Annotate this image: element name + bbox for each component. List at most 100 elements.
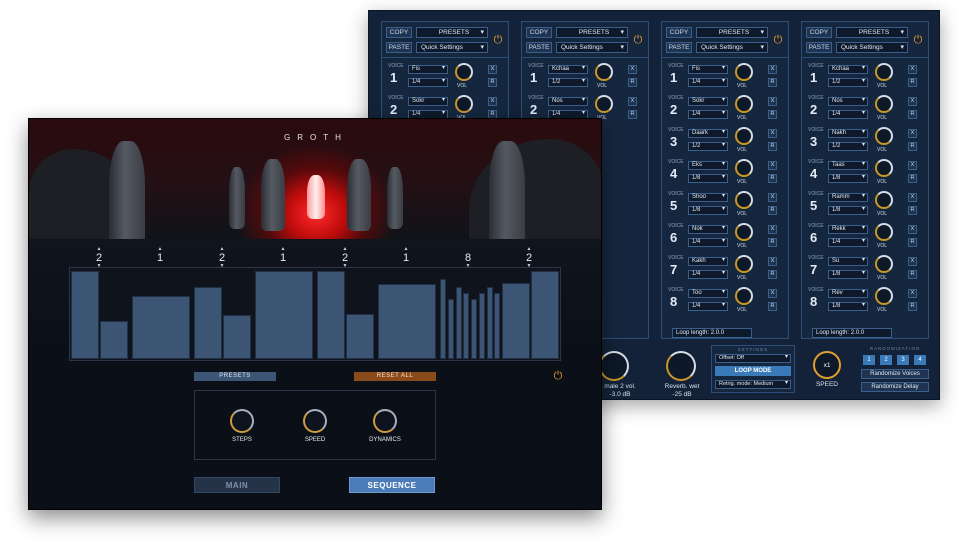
paste-button[interactable]: PASTE [666, 42, 692, 53]
female-2-volume-knob[interactable] [599, 351, 629, 381]
voice-division-dropdown[interactable]: 1/4 [688, 238, 728, 247]
step-counter[interactable]: ▲ 2 ▼ [212, 247, 232, 269]
voice-name-dropdown[interactable]: Rev [828, 289, 868, 298]
volume-knob[interactable] [875, 255, 893, 273]
volume-knob[interactable] [735, 63, 753, 81]
copy-button[interactable]: COPY [806, 27, 832, 38]
paste-button[interactable]: PASTE [806, 42, 832, 53]
reverb-wet-knob[interactable] [666, 351, 696, 381]
power-icon[interactable]: ⏻ [912, 34, 924, 46]
presets-button[interactable]: PRESETS [194, 372, 276, 381]
voice-division-dropdown[interactable]: 1/4 [688, 270, 728, 279]
volume-knob[interactable] [595, 95, 613, 113]
step-bar[interactable] [223, 315, 251, 359]
quick-settings-dropdown[interactable]: Quick Settings [416, 42, 488, 53]
voice-division-dropdown[interactable]: 1/8 [688, 206, 728, 215]
step-counter[interactable]: ▲ 2 ▼ [335, 247, 355, 269]
quick-settings-dropdown[interactable]: Quick Settings [556, 42, 628, 53]
step-counter[interactable]: ▲8▼ [458, 247, 478, 269]
voice-division-dropdown[interactable]: 1/4 [828, 110, 868, 119]
volume-knob[interactable] [595, 63, 613, 81]
power-icon[interactable]: ⏻ [632, 34, 644, 46]
volume-knob[interactable] [875, 287, 893, 305]
volume-knob[interactable] [735, 287, 753, 305]
reverse-button[interactable]: R [768, 270, 777, 279]
voice-division-dropdown[interactable]: 1/4 [828, 238, 868, 247]
reverse-button[interactable]: R [768, 110, 777, 119]
volume-knob[interactable] [455, 63, 473, 81]
paste-button[interactable]: PASTE [386, 42, 412, 53]
volume-knob[interactable] [735, 127, 753, 145]
copy-button[interactable]: COPY [526, 27, 552, 38]
loop-length-field[interactable]: Loop length: 2.0.0 [812, 328, 892, 338]
voice-division-dropdown[interactable]: 1/4 [688, 302, 728, 311]
reverse-button[interactable]: R [908, 238, 917, 247]
volume-knob[interactable] [875, 95, 893, 113]
voice-division-dropdown[interactable]: 1/8 [828, 206, 868, 215]
reverse-button[interactable]: R [908, 110, 917, 119]
reverse-button[interactable]: R [768, 206, 777, 215]
voice-name-dropdown[interactable]: Nos [828, 97, 868, 106]
step-bar[interactable] [448, 299, 454, 359]
step-bar[interactable] [317, 271, 345, 359]
reverse-button[interactable]: R [908, 142, 917, 151]
power-icon[interactable]: ⏻ [772, 34, 784, 46]
power-icon[interactable]: ⏻ [492, 34, 504, 46]
steps-knob[interactable] [230, 409, 254, 433]
mute-button[interactable]: X [908, 65, 917, 74]
voice-division-dropdown[interactable]: 1/8 [828, 302, 868, 311]
step-bar[interactable] [100, 321, 128, 359]
mute-button[interactable]: X [628, 97, 637, 106]
step-counter[interactable]: ▲ 2 ▼ [519, 247, 539, 269]
mute-button[interactable]: X [908, 225, 917, 234]
random-slot-1-button[interactable]: 1 [863, 355, 875, 365]
volume-knob[interactable] [875, 223, 893, 241]
retrig-mode-dropdown[interactable]: Retrig. mode: Medium [715, 380, 791, 389]
volume-knob[interactable] [735, 95, 753, 113]
loop-mode-button[interactable]: LOOP MODE [715, 366, 791, 376]
loop-length-field[interactable]: Loop length: 2.0.0 [672, 328, 752, 338]
copy-button[interactable]: COPY [666, 27, 692, 38]
presets-dropdown[interactable]: PRESETS [696, 27, 768, 38]
mute-button[interactable]: X [768, 161, 777, 170]
step-bar[interactable] [487, 287, 493, 359]
randomize-voices-button[interactable]: Randomize Voices [861, 369, 929, 379]
mute-button[interactable]: X [488, 65, 497, 74]
volume-knob[interactable] [735, 159, 753, 177]
mute-button[interactable]: X [768, 65, 777, 74]
reverse-button[interactable]: R [908, 302, 917, 311]
step-bar[interactable] [471, 299, 477, 359]
offset-dropdown[interactable]: Offset: Off [715, 354, 791, 363]
voice-name-dropdown[interactable]: Nakh [828, 129, 868, 138]
reverse-button[interactable]: R [908, 174, 917, 183]
reverse-button[interactable]: R [488, 78, 497, 87]
mute-button[interactable]: X [908, 193, 917, 202]
voice-name-dropdown[interactable]: Kchaa [548, 65, 588, 74]
power-icon[interactable]: ⏻ [552, 370, 564, 382]
voice-division-dropdown[interactable]: 1/4 [688, 110, 728, 119]
mute-button[interactable]: X [908, 129, 917, 138]
reverse-button[interactable]: R [768, 302, 777, 311]
step-bar[interactable] [494, 293, 500, 359]
step-bar[interactable] [463, 293, 469, 359]
voice-name-dropdown[interactable]: Rekk [828, 225, 868, 234]
tab-sequence[interactable]: SEQUENCE [349, 477, 435, 493]
mute-button[interactable]: X [908, 257, 917, 266]
voice-name-dropdown[interactable]: Eks [688, 161, 728, 170]
quick-settings-dropdown[interactable]: Quick Settings [696, 42, 768, 53]
voice-division-dropdown[interactable]: 1/2 [688, 142, 728, 151]
reverse-button[interactable]: R [768, 174, 777, 183]
random-slot-2-button[interactable]: 2 [880, 355, 892, 365]
reverse-button[interactable]: R [908, 78, 917, 87]
step-bar[interactable] [71, 271, 99, 359]
volume-knob[interactable] [875, 191, 893, 209]
step-bar[interactable] [194, 287, 222, 359]
mute-button[interactable]: X [768, 97, 777, 106]
volume-knob[interactable] [735, 255, 753, 273]
mute-button[interactable]: X [768, 257, 777, 266]
voice-division-dropdown[interactable]: 1/4 [688, 78, 728, 87]
copy-button[interactable]: COPY [386, 27, 412, 38]
random-slot-3-button[interactable]: 3 [897, 355, 909, 365]
voice-name-dropdown[interactable]: Sokr [688, 97, 728, 106]
speed-knob[interactable] [303, 409, 327, 433]
